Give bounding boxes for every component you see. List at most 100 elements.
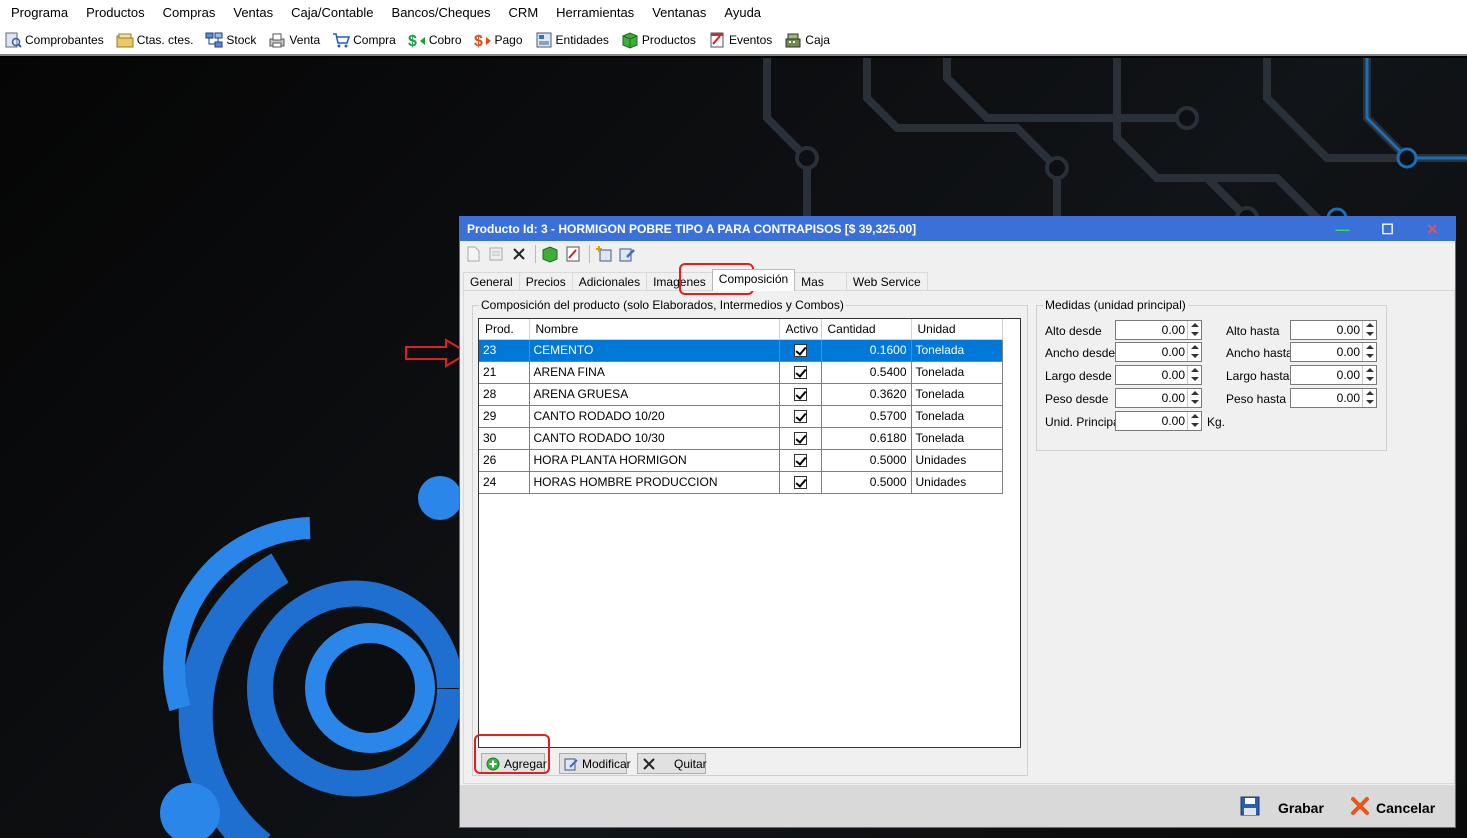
- cell-cantidad: 0.5400: [821, 361, 912, 384]
- cancel-button-label: Cancelar: [1376, 799, 1436, 816]
- toolbar-caja-button[interactable]: Caja: [784, 31, 830, 49]
- toolbar-ctas-ctes-button[interactable]: Ctas. ctes.: [116, 31, 193, 49]
- toolbar-comprobantes-button[interactable]: Comprobantes: [4, 31, 104, 49]
- spinner-arrows-icon[interactable]: [1362, 366, 1376, 384]
- col-header-nombre[interactable]: Nombre: [529, 319, 780, 340]
- spinner-arrows-icon[interactable]: [1362, 343, 1376, 361]
- edit-document-icon[interactable]: [487, 245, 505, 263]
- spinner-arrows-icon[interactable]: [1187, 412, 1201, 430]
- cell-prod: 24: [479, 471, 530, 494]
- activo-checkbox[interactable]: [793, 432, 807, 446]
- new-document-icon[interactable]: [464, 245, 482, 263]
- main-toolbar: Comprobantes Ctas. ctes. Stock Venta Com…: [0, 26, 1467, 56]
- spinner-arrows-icon[interactable]: [1187, 366, 1201, 384]
- window-title: Producto Id: 3 - HORMIGON POBRE TIPO A P…: [467, 222, 917, 236]
- peso-hasta-input[interactable]: 0.00: [1290, 388, 1377, 408]
- composition-legend: Composición del producto (solo Elaborado…: [479, 298, 846, 312]
- largo-hasta-input[interactable]: 0.00: [1290, 365, 1377, 385]
- activo-checkbox[interactable]: [793, 476, 807, 490]
- cell-prod: 21: [479, 361, 530, 384]
- activo-checkbox[interactable]: [793, 344, 807, 358]
- ancho-desde-input[interactable]: 0.00: [1115, 342, 1202, 362]
- table-row[interactable]: 26 HORA PLANTA HORMIGON 0.5000 Unidades: [479, 449, 1003, 472]
- modify-button-label: Modificar: [582, 756, 631, 771]
- menu-bancos-cheques[interactable]: Bancos/Cheques: [383, 0, 500, 26]
- menu-programa[interactable]: Programa: [2, 0, 77, 26]
- menu-productos[interactable]: Productos: [77, 0, 154, 26]
- window-titlebar: Producto Id: 3 - HORMIGON POBRE TIPO A P…: [460, 217, 1455, 241]
- col-header-prod[interactable]: Prod.: [479, 319, 530, 340]
- tab-web-service[interactable]: Web Service: [845, 272, 928, 291]
- menu-compras[interactable]: Compras: [154, 0, 225, 26]
- tab-precios[interactable]: Precios: [518, 272, 573, 291]
- largo-hasta-value: 0.00: [1336, 368, 1360, 382]
- alto-desde-input[interactable]: 0.00: [1115, 320, 1202, 340]
- activo-checkbox[interactable]: [793, 410, 807, 424]
- save-button[interactable]: Grabar: [1240, 796, 1324, 819]
- tab-general[interactable]: General: [463, 272, 520, 291]
- ancho-hasta-input[interactable]: 0.00: [1290, 342, 1377, 362]
- spinner-arrows-icon[interactable]: [1362, 389, 1376, 407]
- menu-ventanas[interactable]: Ventanas: [643, 0, 715, 26]
- tab-composicion[interactable]: Composición: [711, 269, 796, 291]
- svg-text:$: $: [474, 33, 483, 49]
- menu-caja-contable[interactable]: Caja/Contable: [282, 0, 382, 26]
- toolbar-eventos-button[interactable]: Eventos: [708, 31, 772, 49]
- spinner-arrows-icon[interactable]: [1187, 389, 1201, 407]
- toolbar-entidades-button[interactable]: Entidades: [535, 31, 609, 49]
- toolbar-stock-button[interactable]: Stock: [205, 31, 256, 49]
- activo-checkbox[interactable]: [793, 388, 807, 402]
- table-row[interactable]: 29 CANTO RODADO 10/20 0.5700 Tonelada: [479, 405, 1003, 428]
- delete-icon[interactable]: [510, 245, 528, 263]
- cart-icon: [332, 31, 351, 49]
- printer-icon: [268, 31, 286, 49]
- maximize-button[interactable]: ☐: [1365, 217, 1410, 241]
- table-row[interactable]: 30 CANTO RODADO 10/30 0.6180 Tonelada: [479, 427, 1003, 450]
- composition-grid[interactable]: Prod. Nombre Activo Cantidad Unidad 23 C…: [478, 318, 1021, 748]
- tab-adicionales[interactable]: Adicionales: [571, 272, 648, 291]
- remove-button[interactable]: Quitar: [637, 753, 707, 774]
- toolbar-separator: [589, 245, 590, 263]
- menu-ayuda[interactable]: Ayuda: [715, 0, 770, 26]
- event-icon[interactable]: [564, 245, 582, 263]
- col-header-activo[interactable]: Activo: [779, 319, 822, 340]
- spinner-arrows-icon[interactable]: [1362, 321, 1376, 339]
- largo-desde-value: 0.00: [1161, 368, 1185, 382]
- alto-hasta-input[interactable]: 0.00: [1290, 320, 1377, 340]
- spinner-arrows-icon[interactable]: [1187, 343, 1201, 361]
- toolbar-compra-button[interactable]: Compra: [332, 31, 396, 49]
- table-row[interactable]: 21 ARENA FINA 0.5400 Tonelada: [479, 361, 1003, 384]
- col-header-cantidad[interactable]: Cantidad: [821, 319, 912, 340]
- spinner-arrows-icon[interactable]: [1187, 321, 1201, 339]
- table-row[interactable]: 28 ARENA GRUESA 0.3620 Tonelada: [479, 383, 1003, 406]
- close-button[interactable]: ✕: [1410, 217, 1455, 241]
- toolbar-eventos-label: Eventos: [728, 33, 773, 47]
- largo-hasta-label: Largo hasta: [1226, 369, 1290, 383]
- toolbar-pago-button[interactable]: $ Pago: [474, 31, 523, 50]
- cancel-button[interactable]: Cancelar: [1350, 796, 1435, 819]
- modify-button[interactable]: Modificar: [559, 753, 631, 774]
- menu-herramientas[interactable]: Herramientas: [547, 0, 643, 26]
- product-box-icon[interactable]: [541, 245, 559, 263]
- unid-principal-unit: Kg.: [1207, 415, 1226, 429]
- unid-principal-input[interactable]: 0.00: [1115, 411, 1202, 431]
- toolbar-venta-button[interactable]: Venta: [268, 31, 320, 49]
- col-header-unidad[interactable]: Unidad: [911, 319, 1003, 340]
- tab-mas[interactable]: Mas: [794, 272, 847, 291]
- table-row[interactable]: 24 HORAS HOMBRE PRODUCCION 0.5000 Unidad…: [479, 471, 1003, 494]
- add-item-icon[interactable]: [595, 245, 613, 263]
- activo-checkbox[interactable]: [793, 454, 807, 468]
- medidas-group: Medidas (unidad principal) Alto desde 0.…: [1036, 298, 1387, 451]
- largo-desde-input[interactable]: 0.00: [1115, 365, 1202, 385]
- edit-item-icon[interactable]: [618, 245, 636, 263]
- peso-desde-input[interactable]: 0.00: [1115, 388, 1202, 408]
- menu-crm[interactable]: CRM: [500, 0, 548, 26]
- toolbar-cobro-button[interactable]: $ Cobro: [408, 31, 462, 50]
- table-row[interactable]: 23 CEMENTO 0.1600 Tonelada: [479, 339, 1003, 362]
- cell-unidad: Tonelada: [911, 405, 1003, 428]
- activo-checkbox[interactable]: [793, 366, 807, 380]
- window-footer: Grabar Cancelar: [460, 785, 1455, 827]
- menu-ventas[interactable]: Ventas: [224, 0, 282, 26]
- toolbar-productos-button[interactable]: Productos: [621, 31, 696, 49]
- minimize-button[interactable]: —: [1320, 217, 1365, 241]
